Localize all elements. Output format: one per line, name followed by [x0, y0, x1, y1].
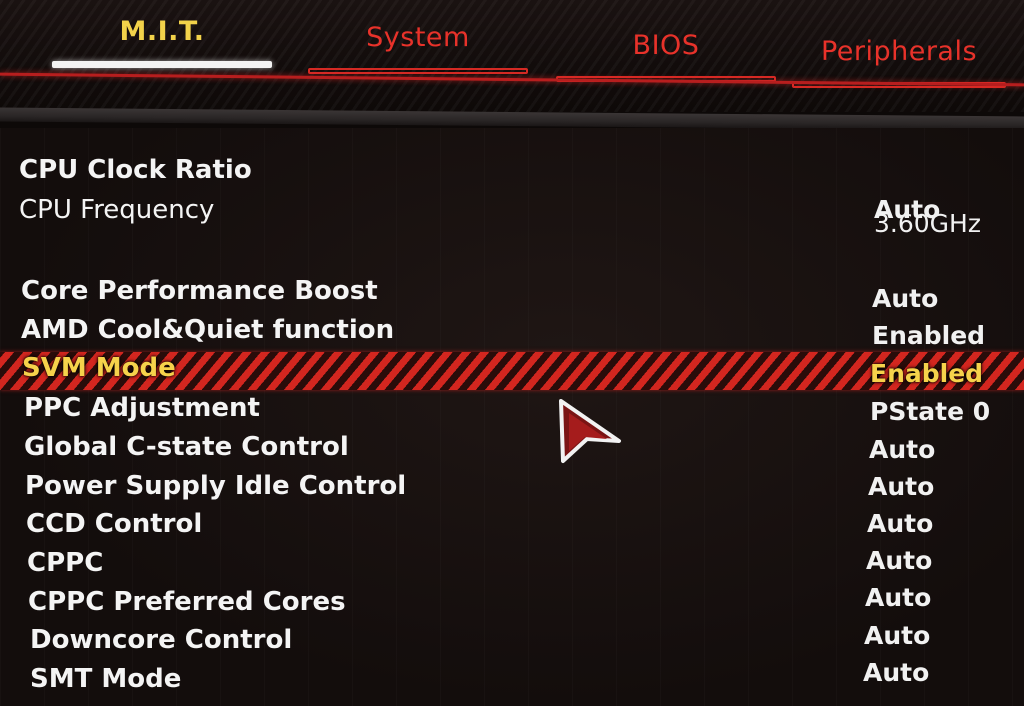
setting-label: Downcore Control [30, 625, 293, 655]
tab-system[interactable]: System [308, 18, 528, 78]
setting-row-cppc-preferred-cores[interactable]: CPPC Preferred Cores Auto [0, 583, 1024, 620]
setting-row-ccd-control[interactable]: CCD Control Auto [0, 506, 1024, 542]
tab-active-indicator [52, 61, 272, 68]
setting-label: Power Supply Idle Control [25, 471, 407, 501]
tab-label: BIOS [632, 30, 700, 61]
setting-label: CCD Control [26, 509, 203, 539]
setting-value: Enabled [870, 359, 984, 388]
tab-label: System [366, 22, 470, 53]
setting-value: Auto [865, 583, 932, 612]
setting-label: PPC Adjustment [24, 393, 260, 423]
setting-value: 3.60GHz [874, 209, 981, 238]
settings-panel: CPU Clock Ratio Auto CPU Frequency 3.60G… [0, 128, 1024, 706]
setting-row-smt-mode[interactable]: SMT Mode Auto [0, 658, 1024, 697]
setting-value: Auto [863, 658, 930, 687]
setting-value: Auto [867, 509, 934, 538]
setting-label: Global C-state Control [24, 432, 349, 462]
setting-row-power-supply-idle-control[interactable]: Power Supply Idle Control Auto [0, 468, 1024, 504]
setting-value: PState 0 [870, 397, 991, 426]
setting-row-cppc[interactable]: CPPC Auto [0, 545, 1024, 581]
setting-value: Auto [868, 472, 935, 501]
setting-value: Auto [866, 546, 933, 575]
setting-label: CPPC Preferred Cores [28, 587, 346, 617]
tab-indicator [308, 68, 528, 74]
setting-value: Enabled [872, 321, 986, 350]
setting-row-ppc-adjustment[interactable]: PPC Adjustment PState 0 [0, 390, 1024, 426]
setting-row-amd-cool-quiet[interactable]: AMD Cool&Quiet function Enabled [0, 312, 1024, 350]
setting-label: CPU Clock Ratio [19, 155, 252, 185]
tab-strip: M.I.T. System BIOS Peripherals [0, 0, 1024, 112]
setting-label: CPPC [27, 548, 104, 578]
setting-row-global-c-state-control[interactable]: Global C-state Control Auto [0, 429, 1024, 465]
setting-label: SMT Mode [30, 664, 182, 694]
mouse-pointer-icon [557, 397, 625, 467]
setting-row-downcore-control[interactable]: Downcore Control Auto [0, 621, 1024, 658]
setting-label: Core Performance Boost [21, 276, 378, 306]
tab-label: M.I.T. [119, 16, 205, 47]
setting-row-core-performance-boost[interactable]: Core Performance Boost Auto [0, 273, 1024, 313]
tab-mit[interactable]: M.I.T. [52, 12, 272, 72]
setting-label: SVM Mode [22, 353, 176, 383]
setting-row-svm-mode[interactable]: SVM Mode Enabled [0, 352, 1024, 390]
setting-row-cpu-clock-ratio[interactable]: CPU Clock Ratio Auto [0, 152, 1024, 224]
tab-bios[interactable]: BIOS [556, 26, 776, 86]
setting-label: AMD Cool&Quiet function [21, 315, 395, 345]
setting-value: Auto [869, 435, 936, 464]
tab-label: Peripherals [820, 36, 978, 67]
setting-label: CPU Frequency [19, 195, 215, 225]
setting-value: Auto [864, 621, 931, 650]
setting-row-cpu-frequency: CPU Frequency 3.60GHz [0, 192, 1024, 238]
